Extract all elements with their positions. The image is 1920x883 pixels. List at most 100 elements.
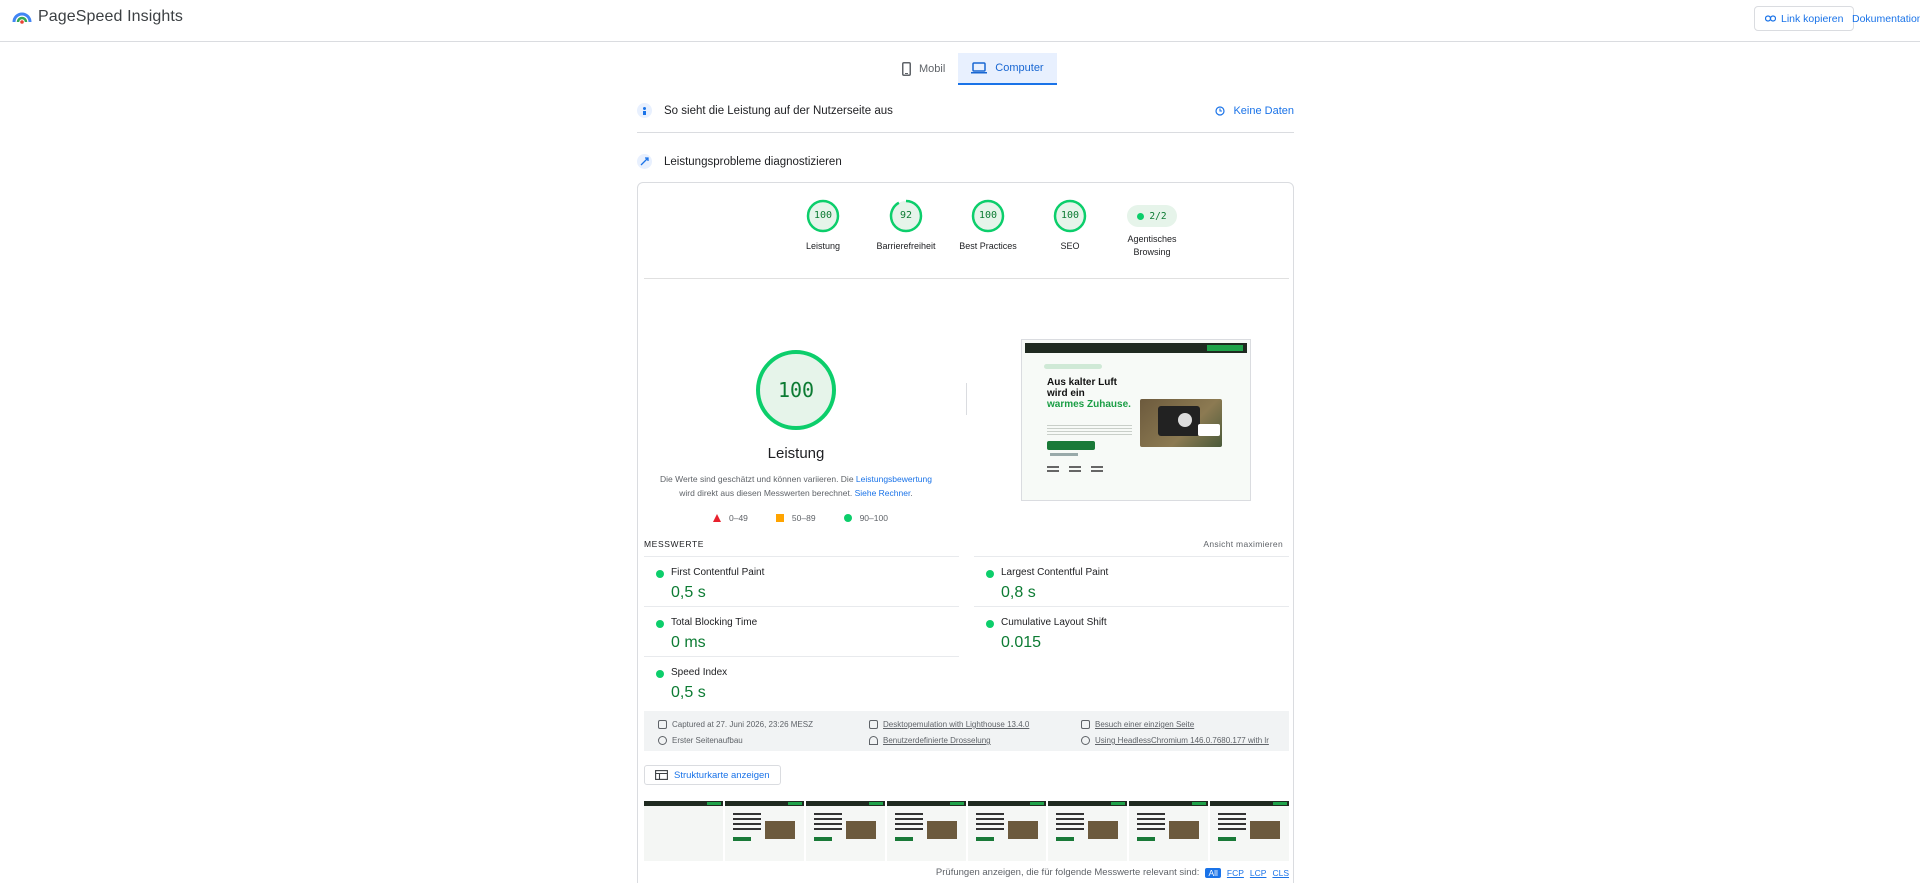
screenshot-headline-line: wird ein (1047, 388, 1085, 399)
calendar-icon (658, 720, 667, 729)
filmstrip-frame (1129, 801, 1209, 861)
legend-label: 0–49 (729, 513, 748, 523)
scoring-link[interactable]: Leistungsbewertung (856, 474, 932, 484)
gauge-accessibility[interactable]: 92 Barrierefreiheit (861, 199, 951, 253)
metric-name: Total Blocking Time (671, 617, 758, 628)
metric-speed-index[interactable]: Speed Index 0,5 s (644, 656, 959, 706)
emulation-info[interactable]: Desktopemulation with Lighthouse 13.4.0 (869, 720, 1029, 729)
legend-average: 50–89 (775, 513, 816, 523)
clock-icon (1215, 105, 1226, 116)
audit-filter-label: Prüfungen anzeigen, die für folgende Mes… (935, 867, 1200, 878)
gauge-label: Barrierefreiheit (876, 241, 936, 251)
gauge-value: 92 (899, 210, 913, 221)
chrome-icon (1081, 736, 1090, 745)
screenshot-paragraph (1047, 425, 1132, 437)
initial-load-text: Erster Seitenaufbau (672, 736, 743, 745)
gauge-label: SEO (1060, 241, 1080, 251)
screenshot-info-card (1198, 424, 1220, 436)
initial-load-info: Erster Seitenaufbau (658, 736, 743, 745)
gauge-performance[interactable]: 100 Leistung (778, 199, 868, 253)
card-divider (644, 278, 1289, 279)
metric-tbt[interactable]: Total Blocking Time 0 ms (644, 606, 959, 656)
browser-info[interactable]: Using HeadlessChromium 146.0.7680.177 wi… (1081, 736, 1269, 745)
devices-icon (869, 720, 878, 729)
tab-mobile[interactable]: Mobil (889, 53, 958, 85)
visit-icon (1081, 720, 1090, 729)
single-visit-text: Besuch einer einzigen Seite (1095, 720, 1195, 729)
square-icon (775, 514, 784, 522)
screenshot-headline-line: Aus kalter Luft (1047, 377, 1118, 388)
metric-fcp[interactable]: First Contentful Paint 0,5 s (644, 556, 959, 606)
top-bar: PageSpeed Insights Link kopieren Dokumen… (0, 0, 1920, 42)
tab-desktop[interactable]: Computer (958, 53, 1057, 85)
single-visit-info[interactable]: Besuch einer einzigen Seite (1081, 720, 1194, 729)
treemap-button[interactable]: Strukturkarte anzeigen (644, 765, 781, 785)
section-divider (637, 132, 1294, 133)
device-tabs: Mobil Computer (889, 53, 1057, 85)
filter-chip-lcp[interactable]: LCP (1250, 868, 1267, 878)
metric-name: Cumulative Layout Shift (1001, 617, 1107, 628)
note-text: . (910, 488, 913, 498)
people-icon (637, 103, 652, 118)
legend-pass: 90–100 (843, 513, 888, 523)
filmstrip-frame (1210, 801, 1289, 861)
documentation-link[interactable]: Dokumentation (1852, 13, 1920, 25)
gauge-value: 100 (1060, 210, 1080, 221)
wifi-icon (869, 736, 878, 745)
run-info: Captured at 27. Juni 2026, 23:26 MESZ De… (644, 711, 1289, 751)
filmstrip-frame (1048, 801, 1128, 861)
phone-icon (902, 62, 911, 76)
metric-value: 0,5 s (671, 684, 706, 701)
filter-chip-cls[interactable]: CLS (1272, 868, 1289, 878)
score-legend: 0–49 50–89 90–100 (713, 513, 888, 523)
throttling-info[interactable]: Benutzerdefinierte Drosselung (869, 736, 991, 745)
gauge-best-practices[interactable]: 100 Best Practices (943, 199, 1033, 253)
calculator-link[interactable]: Siehe Rechner (855, 488, 911, 498)
tab-desktop-label: Computer (995, 62, 1044, 74)
metric-cls[interactable]: Cumulative Layout Shift 0.015 (974, 606, 1289, 656)
triangle-icon (713, 514, 721, 522)
captured-text: Captured at 27. Juni 2026, 23:26 MESZ (672, 720, 813, 729)
logo[interactable]: PageSpeed Insights (12, 8, 183, 26)
performance-label: Leistung (767, 445, 825, 462)
copy-link-button[interactable]: Link kopieren (1754, 6, 1855, 31)
copy-link-label: Link kopieren (1781, 12, 1844, 25)
agentic-label-line1: Agentisches (1127, 234, 1177, 244)
metric-value: 0,8 s (1001, 584, 1036, 601)
gauge-seo[interactable]: 100 SEO (1025, 199, 1115, 253)
final-screenshot[interactable]: Aus kalter Luft wird ein warmes Zuhause. (1021, 339, 1251, 501)
field-data-title: So sieht die Leistung auf der Nutzerseit… (664, 104, 893, 117)
timer-icon (658, 736, 667, 745)
pass-dot-icon (656, 620, 664, 628)
pass-dot-icon (656, 570, 664, 578)
metric-value: 0 ms (671, 634, 706, 651)
screenshot-nav (1025, 343, 1247, 353)
legend-label: 50–89 (791, 513, 816, 523)
gauge-label: Leistung (805, 241, 841, 251)
metric-lcp[interactable]: Largest Contentful Paint 0,8 s (974, 556, 1289, 606)
filmstrip (644, 801, 1289, 861)
captured-info: Captured at 27. Juni 2026, 23:26 MESZ (658, 720, 813, 729)
filmstrip-frame (805, 801, 885, 861)
no-data-link[interactable]: Keine Daten (1215, 105, 1294, 117)
performance-gauge: 100 (755, 349, 837, 431)
pass-dot-icon (1137, 212, 1145, 220)
metric-name: Speed Index (671, 667, 728, 678)
expand-view-toggle[interactable]: Ansicht maximieren (1203, 539, 1283, 549)
metric-name: Largest Contentful Paint (1001, 567, 1109, 578)
filter-chip-all[interactable]: All (1205, 867, 1221, 878)
pass-dot-icon (656, 670, 664, 678)
no-data-label: Keine Daten (1233, 104, 1294, 117)
gauge-agentic-browsing[interactable]: 2/2 Agentisches Browsing (1107, 199, 1197, 259)
filmstrip-frame (967, 801, 1047, 861)
screenshot-headline-line: warmes Zuhause. (1047, 399, 1131, 410)
performance-score: 100 (777, 378, 815, 402)
filmstrip-frame (886, 801, 966, 861)
filmstrip-frame (724, 801, 804, 861)
metric-name: First Contentful Paint (671, 567, 765, 578)
throttling-text: Benutzerdefinierte Drosselung (883, 736, 991, 745)
vertical-divider (966, 383, 967, 415)
circle-icon (843, 514, 852, 522)
filter-chip-fcp[interactable]: FCP (1227, 868, 1244, 878)
gauge-value: 100 (813, 210, 833, 221)
